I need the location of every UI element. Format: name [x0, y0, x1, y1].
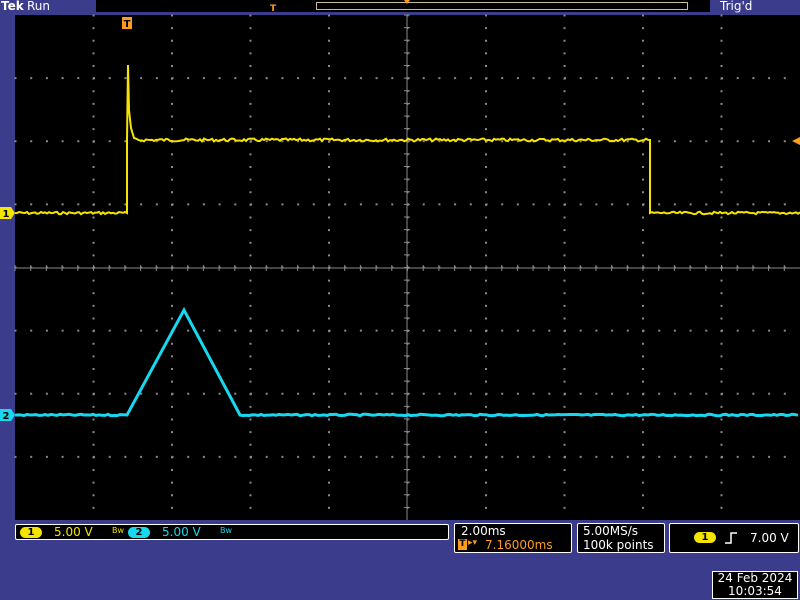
record-length[interactable]: 100k points: [583, 538, 654, 552]
trigger-position-value[interactable]: 7.16000ms: [485, 538, 553, 552]
ch2-scale[interactable]: 5.00 V: [162, 525, 201, 539]
trigger-readout-box[interactable]: 1 7.00 V: [669, 523, 799, 553]
record-center-indicator: [404, 0, 410, 4]
arrow-right-icon: ▸▾: [468, 538, 478, 548]
record-trigger-marker: T: [270, 4, 277, 14]
timebase-scale[interactable]: 2.00ms: [461, 524, 506, 538]
ch1-scale[interactable]: 5.00 V: [54, 525, 93, 539]
timebase-readout-box[interactable]: 2.00ms T ▸▾ 7.16000ms: [454, 523, 572, 553]
channel-readout-box[interactable]: 1 5.00 V Bw 2 5.00 V Bw: [15, 524, 449, 540]
svg-text:2: 2: [3, 411, 10, 422]
acquisition-readout-box[interactable]: 5.00MS/s 100k points: [577, 523, 665, 553]
svg-text:1: 1: [3, 209, 10, 220]
waveform-display[interactable]: T T 1 2: [0, 0, 800, 600]
ch1-ground-marker[interactable]: 1: [0, 207, 15, 220]
trigger-position-label: T: [124, 19, 131, 30]
ch2-ground-marker[interactable]: 2: [0, 409, 15, 422]
trigger-source-badge: 1: [694, 532, 716, 543]
ch2-badge[interactable]: 2: [128, 527, 150, 538]
rising-edge-icon: [725, 532, 737, 544]
datetime-box: 24 Feb 2024 10:03:54: [712, 571, 798, 599]
ch1-bandwidth-icon: Bw: [112, 526, 125, 535]
trigger-level[interactable]: 7.00 V: [750, 531, 789, 545]
sample-rate: 5.00MS/s: [583, 524, 638, 538]
ch1-badge[interactable]: 1: [20, 527, 42, 538]
ch2-bandwidth-icon: Bw: [220, 526, 233, 535]
time-label: 10:03:54: [728, 584, 782, 598]
trigger-position-badge-icon: T: [458, 539, 467, 550]
bottom-readout-bar: 1 5.00 V Bw 2 5.00 V Bw 2.00ms T ▸▾ 7.16…: [0, 520, 800, 600]
